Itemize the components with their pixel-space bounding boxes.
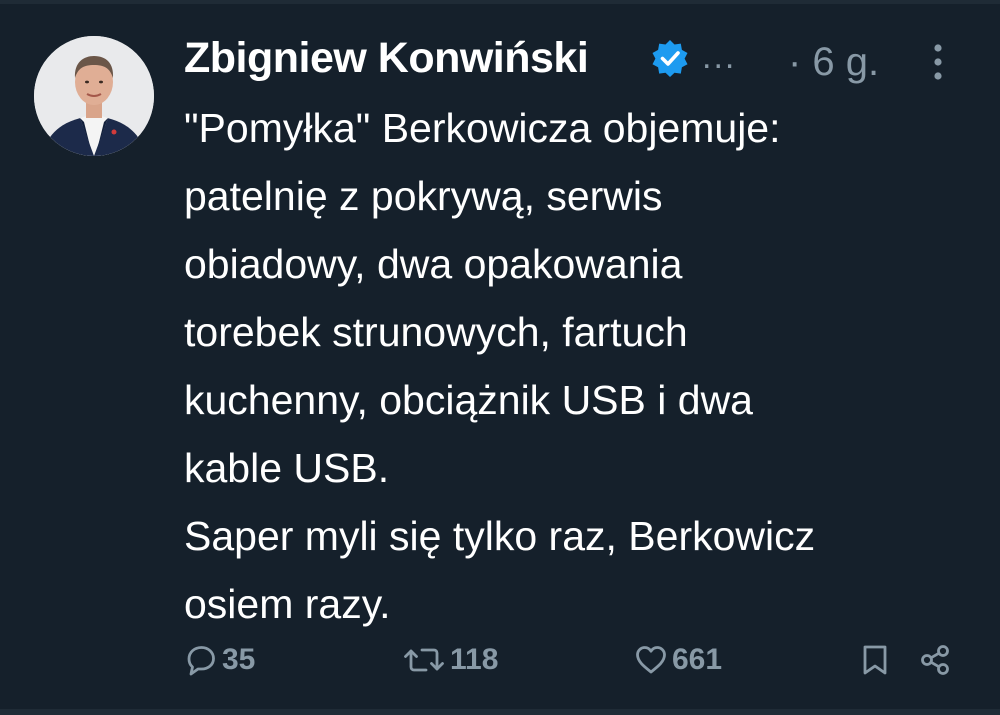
bottom-divider [0, 709, 1000, 715]
author-handle[interactable]: ... [702, 38, 736, 77]
bookmark-button[interactable] [860, 636, 890, 684]
bookmark-icon [863, 645, 887, 675]
tweet-text-line: patelnię z pokrywą, serwis [184, 173, 663, 219]
like-count: 661 [672, 643, 723, 676]
tweet-text-line: obiadowy, dwa opakowania [184, 241, 683, 287]
more-vertical-icon[interactable] [930, 40, 946, 84]
reply-icon [187, 646, 215, 676]
tweet-text-line: osiem razy. [184, 581, 391, 627]
tweet-text-line: kable USB. [184, 445, 390, 491]
tweet-text-line: torebek strunowych, fartuch [184, 309, 688, 355]
tweet-timestamp[interactable]: · 6 g. [788, 40, 879, 85]
retweet-icon [404, 648, 444, 672]
tweet-header: Zbigniew Konwiński ... · 6 g. [184, 28, 964, 94]
heart-icon [636, 646, 666, 674]
tweet-actions-bar: 35 118 661 [184, 636, 964, 684]
share-button[interactable] [918, 636, 952, 684]
tweet-text-line: Saper myli się tylko raz, Berkowicz [184, 513, 816, 559]
share-icon [921, 645, 949, 675]
retweet-button[interactable]: 118 [402, 636, 498, 684]
reply-count: 35 [222, 643, 256, 676]
tweet-text: "Pomyłka" Berkowicza objemuje: patelnię … [184, 94, 974, 638]
tweet-text-line: "Pomyłka" Berkowicza objemuje: [184, 105, 781, 151]
avatar-photo [34, 36, 154, 156]
top-divider [0, 0, 1000, 4]
reply-button[interactable]: 35 [184, 636, 255, 684]
author-name[interactable]: Zbigniew Konwiński [184, 34, 589, 83]
retweet-count: 118 [450, 643, 499, 676]
verified-badge-icon [652, 40, 688, 77]
like-button[interactable]: 661 [634, 636, 722, 684]
tweet-text-line: kuchenny, obciążnik USB i dwa [184, 377, 753, 423]
avatar[interactable] [34, 36, 154, 156]
